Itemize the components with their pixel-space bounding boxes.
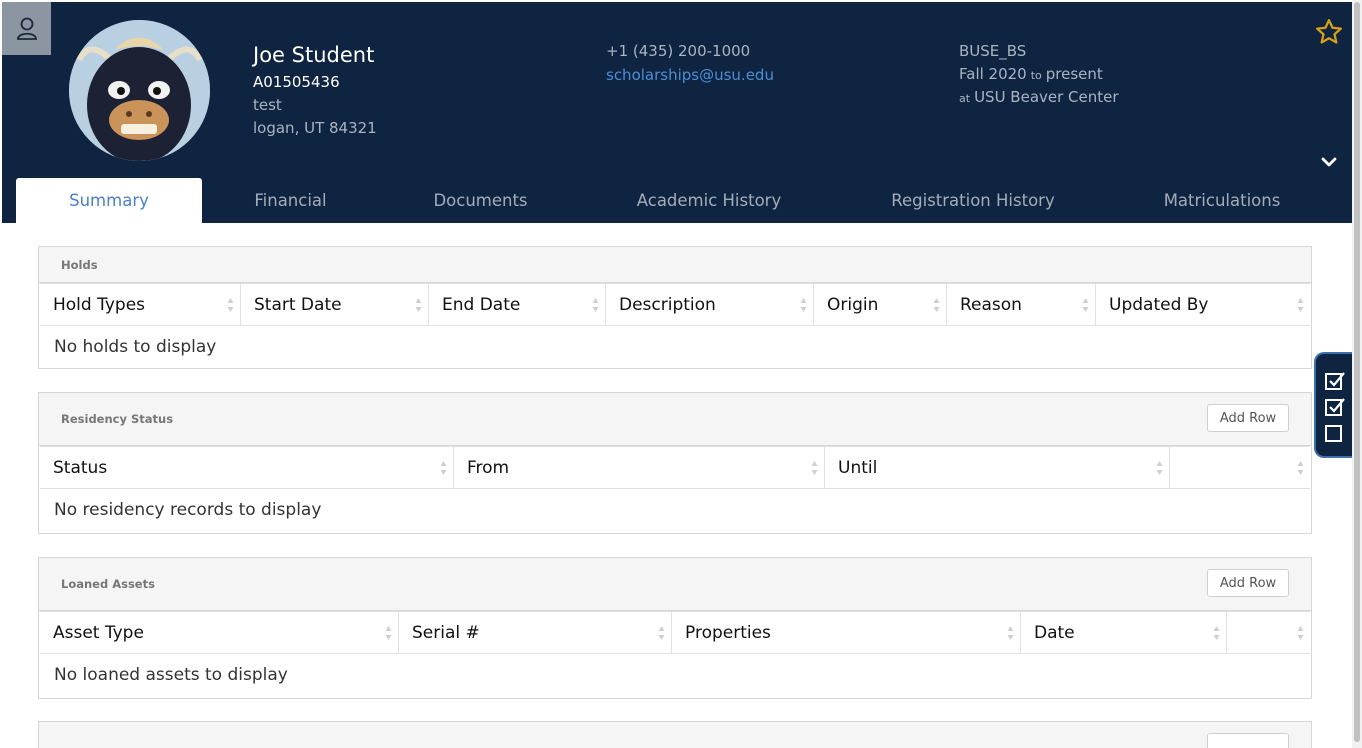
loaned-assets-title: Loaned Assets (61, 577, 155, 591)
tab-registration-history[interactable]: Registration History (836, 178, 1110, 223)
loaned-assets-panel: Loaned Assets Add Row Asset Type Serial … (38, 557, 1312, 699)
holds-panel-header: Holds (39, 247, 1311, 283)
scrollbar-thumb[interactable] (1354, 2, 1360, 742)
next-panel-partial (38, 721, 1312, 748)
tab-financial[interactable]: Financial (202, 178, 379, 223)
student-header: Joe Student A01505436 test logan, UT 843… (2, 2, 1352, 223)
next-panel-header (39, 722, 1311, 748)
student-name: Joe Student (253, 43, 375, 67)
column-header[interactable]: Asset Type (40, 612, 399, 654)
column-header[interactable]: Description (606, 284, 814, 326)
checkbox-empty-icon (1325, 425, 1342, 442)
column-header[interactable]: Origin (814, 284, 947, 326)
sort-icon (385, 626, 392, 640)
campus-line: at USU Beaver Center (959, 88, 1119, 106)
assets-empty-message: No loaned assets to display (54, 665, 288, 685)
phone-number: +1 (435) 200-1000 (606, 42, 751, 60)
sort-icon (933, 298, 940, 312)
student-id: A01505436 (253, 73, 340, 91)
tab-academic-history[interactable]: Academic History (582, 178, 836, 223)
sort-icon (811, 461, 818, 475)
tab-summary[interactable]: Summary (16, 178, 202, 223)
residency-panel: Residency Status Add Row Status From Unt… (38, 392, 1312, 534)
holds-table-header: Hold Types Start Date End Date Descripti… (40, 283, 1310, 326)
column-header[interactable]: Until (825, 447, 1170, 489)
column-header[interactable]: Serial # (399, 612, 672, 654)
sort-icon (1082, 298, 1089, 312)
sort-icon (440, 461, 447, 475)
address-line-1: test (253, 96, 282, 114)
column-header[interactable]: End Date (429, 284, 606, 326)
holds-panel: Holds Hold Types Start Date End Date Des… (38, 246, 1312, 369)
residency-title: Residency Status (61, 412, 174, 426)
residency-empty-message: No residency records to display (54, 500, 322, 520)
sort-icon (415, 298, 422, 312)
sort-icon (800, 298, 807, 312)
column-header[interactable]: Reason (947, 284, 1096, 326)
add-asset-row-button[interactable]: Add Row (1207, 569, 1289, 597)
at-word: at (959, 92, 971, 105)
sort-icon (1007, 626, 1014, 640)
column-header[interactable]: Status (40, 447, 454, 489)
holds-title: Holds (61, 258, 98, 272)
add-row-button-partial[interactable] (1207, 733, 1289, 748)
column-header[interactable]: Hold Types (40, 284, 241, 326)
residency-table-header: Status From Until (40, 446, 1310, 489)
avatar (69, 20, 210, 161)
term-end: present (1045, 65, 1103, 83)
loaned-assets-panel-header: Loaned Assets Add Row (39, 558, 1311, 611)
vertical-scrollbar[interactable] (1352, 0, 1362, 748)
sort-icon (1297, 298, 1304, 312)
column-header[interactable] (1170, 447, 1310, 489)
sort-icon (227, 298, 234, 312)
sort-icon (1213, 626, 1220, 640)
sort-icon (1297, 626, 1304, 640)
sort-icon (1297, 461, 1304, 475)
campus-name: USU Beaver Center (974, 88, 1119, 106)
tab-documents[interactable]: Documents (379, 178, 582, 223)
term-start: Fall 2020 (959, 65, 1027, 83)
column-header[interactable] (1227, 612, 1310, 654)
column-header[interactable]: Properties (672, 612, 1021, 654)
residency-panel-header: Residency Status Add Row (39, 393, 1311, 446)
sort-icon (658, 626, 665, 640)
checkbox-checked-icon (1325, 398, 1345, 416)
chevron-down-icon[interactable] (1320, 155, 1338, 169)
column-header[interactable]: Updated By (1096, 284, 1310, 326)
add-residency-row-button[interactable]: Add Row (1207, 404, 1289, 432)
email-link[interactable]: scholarships@usu.edu (606, 66, 774, 84)
user-menu-button[interactable] (2, 2, 51, 55)
enrollment-term: Fall 2020 to present (959, 65, 1103, 83)
user-icon (16, 17, 37, 40)
sort-icon (592, 298, 599, 312)
checkbox-checked-icon (1325, 372, 1345, 390)
checklist-side-tab[interactable] (1314, 352, 1352, 458)
star-icon[interactable] (1314, 17, 1344, 47)
column-header[interactable]: From (454, 447, 825, 489)
to-word: to (1030, 69, 1042, 82)
address-line-2: logan, UT 84321 (253, 119, 377, 137)
column-header[interactable]: Date (1021, 612, 1227, 654)
tab-matriculations[interactable]: Matriculations (1110, 178, 1334, 223)
column-header[interactable]: Start Date (241, 284, 429, 326)
assets-table-header: Asset Type Serial # Properties Date (40, 611, 1310, 654)
holds-empty-message: No holds to display (54, 337, 217, 357)
program-code: BUSE_BS (959, 42, 1027, 60)
sort-icon (1156, 461, 1163, 475)
